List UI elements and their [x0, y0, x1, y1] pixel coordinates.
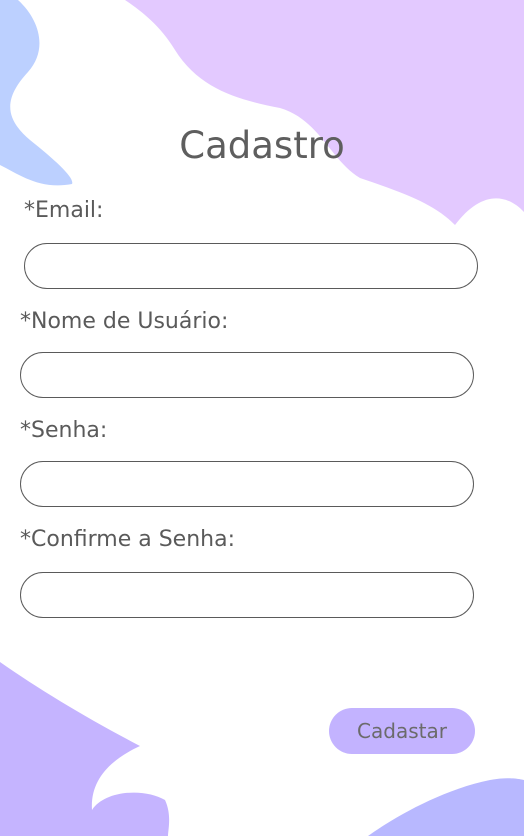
page-title: Cadastro: [179, 124, 345, 167]
username-input[interactable]: [20, 352, 474, 398]
register-button[interactable]: Cadastar: [329, 708, 475, 754]
email-input[interactable]: [24, 243, 478, 289]
password-input[interactable]: [20, 461, 474, 507]
confirm-password-input[interactable]: [20, 572, 474, 618]
username-label: *Nome de Usuário:: [20, 309, 229, 334]
password-label: *Senha:: [20, 418, 108, 443]
confirm-password-label: *Confirme a Senha:: [20, 527, 235, 552]
register-screen: Cadastro *Email: *Nome de Usuário: *Senh…: [0, 0, 524, 836]
email-label: *Email:: [24, 198, 104, 223]
